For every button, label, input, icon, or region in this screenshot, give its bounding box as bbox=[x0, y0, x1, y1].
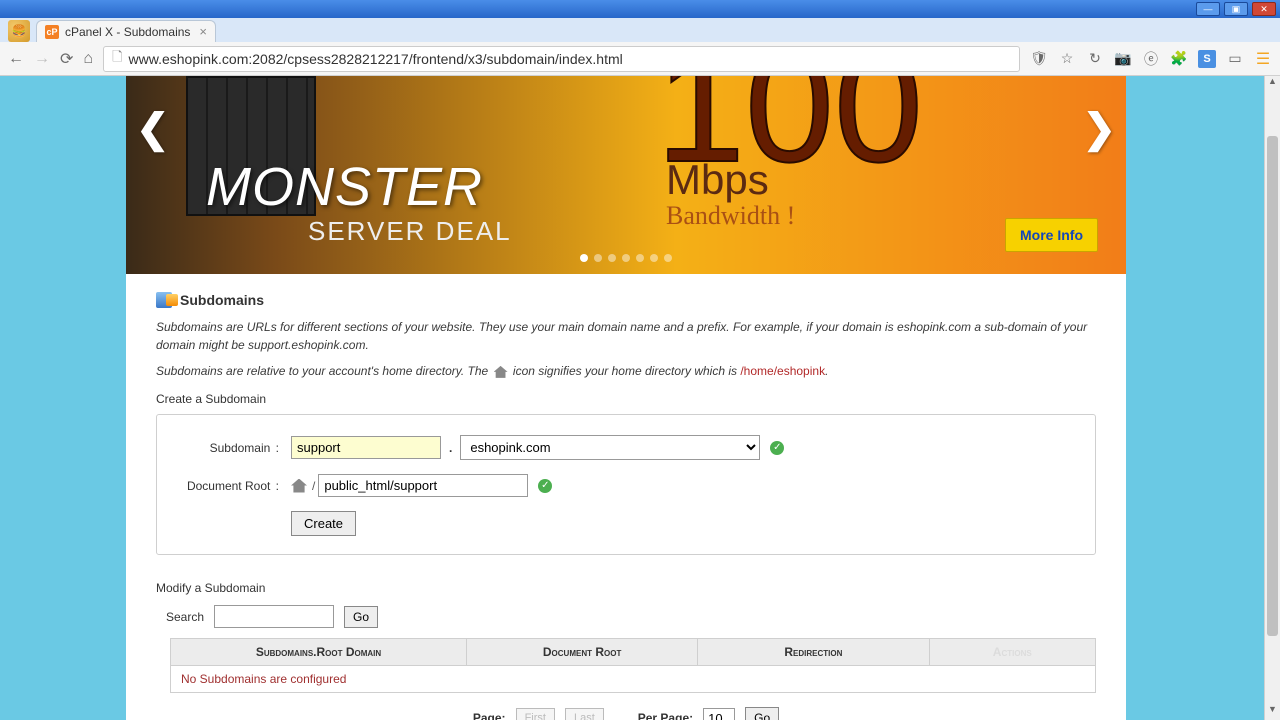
section-desc-1: Subdomains are URLs for different sectio… bbox=[156, 318, 1096, 354]
valid-check-icon: ✓ bbox=[538, 479, 552, 493]
shield-icon[interactable]: 🛡 bbox=[1030, 50, 1048, 68]
banner-bandwidth-text: Bandwidth ! bbox=[666, 201, 795, 231]
forward-button: → bbox=[34, 50, 50, 68]
pager: Page: First Last Per Page: Go bbox=[156, 707, 1096, 720]
vertical-scrollbar[interactable]: ▲ ▼ bbox=[1264, 76, 1280, 720]
search-label: Search bbox=[166, 610, 204, 624]
address-bar: ← → ⟳ ⌂ 🗋 www.eshopink.com:2082/cpsess28… bbox=[0, 42, 1280, 76]
per-page-input[interactable] bbox=[703, 708, 735, 720]
cpanel-favicon: cP bbox=[45, 25, 59, 39]
tabs-bar: 🍔 cP cPanel X - Subdomains × bbox=[0, 18, 1280, 42]
app-icon: 🍔 bbox=[8, 20, 30, 42]
per-page-label: Per Page: bbox=[638, 711, 693, 720]
refresh-ext-icon[interactable]: ↻ bbox=[1086, 50, 1104, 68]
docroot-row: Document Root / ✓ bbox=[173, 474, 1079, 497]
window-close-button[interactable]: ✕ bbox=[1252, 2, 1276, 16]
back-button[interactable]: ← bbox=[8, 50, 24, 68]
banner-dots[interactable] bbox=[126, 254, 1126, 262]
section-title-text: Subdomains bbox=[180, 292, 264, 308]
banner-monster-text: MONSTER bbox=[206, 156, 483, 218]
col-redirection[interactable]: Redirection bbox=[698, 639, 929, 666]
col-docroot[interactable]: Document Root bbox=[467, 639, 698, 666]
scroll-down-arrow[interactable]: ▼ bbox=[1265, 704, 1280, 720]
scroll-up-arrow[interactable]: ▲ bbox=[1265, 76, 1280, 92]
page-content: ❮ ❯ 100 MONSTER SERVER DEAL Mbps Bandwid… bbox=[126, 76, 1126, 720]
subdomain-row: Subdomain . eshopink.com ✓ bbox=[173, 435, 1079, 460]
section-title: Subdomains bbox=[156, 292, 1096, 308]
domain-select[interactable]: eshopink.com bbox=[460, 435, 760, 460]
maximize-button[interactable]: ▣ bbox=[1224, 2, 1248, 16]
promo-banner: ❮ ❯ 100 MONSTER SERVER DEAL Mbps Bandwid… bbox=[126, 76, 1126, 274]
search-input[interactable] bbox=[214, 605, 334, 628]
tab-title: cPanel X - Subdomains bbox=[65, 25, 190, 39]
create-form: Subdomain . eshopink.com ✓ Document Root… bbox=[156, 414, 1096, 555]
banner-serverdeal-text: SERVER DEAL bbox=[308, 216, 512, 247]
toolbar-extensions: 🛡 ☆ ↻ 📷 ⓔ 🧩 S ▭ ☰ bbox=[1030, 50, 1272, 68]
page-icon: 🗋 bbox=[112, 48, 122, 70]
create-heading: Create a Subdomain bbox=[156, 392, 1096, 406]
table-row: No Subdomains are configured bbox=[171, 666, 1096, 693]
scroll-thumb[interactable] bbox=[1267, 136, 1278, 636]
last-page-button[interactable]: Last bbox=[565, 708, 604, 720]
first-page-button[interactable]: First bbox=[516, 708, 555, 720]
page-label: Page: bbox=[473, 711, 506, 720]
empty-message: No Subdomains are configured bbox=[171, 666, 1096, 693]
cast-icon[interactable]: ▭ bbox=[1226, 50, 1244, 68]
valid-check-icon: ✓ bbox=[770, 441, 784, 455]
subdomains-table: Subdomains.Root Domain Document Root Red… bbox=[170, 638, 1096, 693]
s-ext-icon[interactable]: S bbox=[1198, 50, 1216, 68]
search-go-button[interactable]: Go bbox=[344, 606, 378, 628]
viewport: ▲ ▼ ❮ ❯ 100 MONSTER SERVER DEAL Mbps Ban… bbox=[0, 76, 1280, 720]
docroot-input[interactable] bbox=[318, 474, 528, 497]
ie-icon[interactable]: ⓔ bbox=[1142, 50, 1160, 68]
home-dir-icon bbox=[494, 366, 508, 378]
dot-separator: . bbox=[449, 441, 452, 455]
search-row: Search Go bbox=[166, 605, 1096, 628]
subdomains-icon bbox=[156, 292, 172, 308]
camera-icon[interactable]: 📷 bbox=[1114, 50, 1132, 68]
url-input[interactable]: 🗋 www.eshopink.com:2082/cpsess2828212217… bbox=[103, 46, 1020, 72]
banner-prev-arrow[interactable]: ❮ bbox=[136, 106, 170, 152]
per-page-go-button[interactable]: Go bbox=[745, 707, 779, 720]
reload-button[interactable]: ⟳ bbox=[60, 49, 73, 69]
modify-heading: Modify a Subdomain bbox=[156, 581, 1096, 595]
subdomain-label: Subdomain bbox=[173, 441, 279, 455]
banner-mbps-text: Mbps bbox=[666, 156, 769, 204]
puzzle-icon[interactable]: 🧩 bbox=[1170, 50, 1188, 68]
star-icon[interactable]: ☆ bbox=[1058, 50, 1076, 68]
menu-icon[interactable]: ☰ bbox=[1254, 50, 1272, 68]
col-subdomain[interactable]: Subdomains.Root Domain bbox=[171, 639, 467, 666]
home-button[interactable]: ⌂ bbox=[83, 50, 93, 68]
tab-close-icon[interactable]: × bbox=[199, 24, 207, 39]
slash: / bbox=[312, 479, 315, 493]
more-info-button[interactable]: More Info bbox=[1005, 218, 1098, 252]
create-button[interactable]: Create bbox=[291, 511, 356, 536]
col-actions[interactable]: Actions bbox=[929, 639, 1096, 666]
main-content: Subdomains Subdomains are URLs for diffe… bbox=[126, 274, 1126, 720]
subdomain-input[interactable] bbox=[291, 436, 441, 459]
banner-next-arrow[interactable]: ❯ bbox=[1082, 106, 1116, 152]
url-text: www.eshopink.com:2082/cpsess2828212217/f… bbox=[129, 51, 623, 67]
minimize-button[interactable]: — bbox=[1196, 2, 1220, 16]
home-icon bbox=[291, 479, 307, 493]
browser-tab[interactable]: cP cPanel X - Subdomains × bbox=[36, 20, 216, 42]
home-path: /home/eshopink bbox=[740, 364, 825, 378]
docroot-label: Document Root bbox=[173, 479, 279, 493]
section-desc-2: Subdomains are relative to your account'… bbox=[156, 362, 1096, 380]
window-titlebar: — ▣ ✕ bbox=[0, 0, 1280, 18]
